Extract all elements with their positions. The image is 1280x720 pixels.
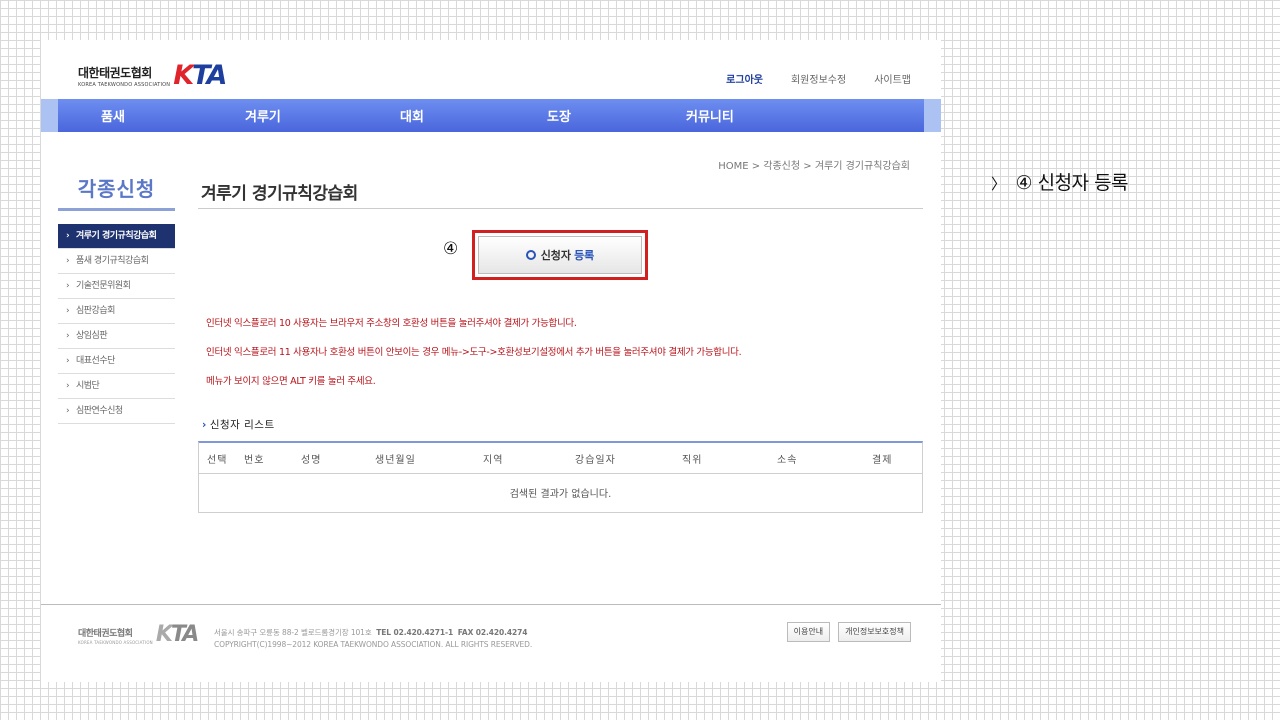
edit-member-info-link[interactable]: 회원정보수정 xyxy=(791,71,846,86)
notice-alt-key: 메뉴가 보이지 않으면 ALT 키를 눌러 주세요. xyxy=(206,376,376,387)
breadcrumb: HOME > 각종신청 > 겨루기 경기규칙강습회 xyxy=(718,161,910,172)
side-item-referee-training[interactable]: › 심판연수신청 xyxy=(58,399,175,424)
footer-buttons: 이용안내 개인정보보호정책 xyxy=(786,622,911,642)
utility-menu: 로그아웃 회원정보수정 사이트맵 xyxy=(726,71,911,86)
chevron-right-icon: › xyxy=(66,306,70,316)
logo-english: KOREA TAEKWONDO ASSOCIATION xyxy=(78,82,171,88)
chevron-right-icon: › xyxy=(66,356,70,366)
chevron-right-icon: › xyxy=(66,256,70,266)
privacy-policy-button[interactable]: 개인정보보호정책 xyxy=(838,622,911,642)
chevron-right-icon: › xyxy=(66,281,70,291)
footer-logo-text: 대한태권도협회 KOREA TAEKWONDO ASSOCIATION xyxy=(78,626,153,645)
footer-address-block: 서울시 송파구 오륜동 88-2 벨로드롬경기장 101호 TEL 02.420… xyxy=(214,627,532,651)
side-item-national-team[interactable]: › 대표선수단 xyxy=(58,349,175,374)
website-frame: 대한태권도협회 KOREA TAEKWONDO ASSOCIATION KTA … xyxy=(41,40,941,682)
col-number: 번호 xyxy=(244,455,265,466)
col-name: 성명 xyxy=(301,455,322,466)
circle-bullet-icon xyxy=(525,250,536,260)
chevron-right-icon: › xyxy=(66,381,70,391)
side-item-demo-team[interactable]: › 시범단 xyxy=(58,374,175,399)
col-affiliation: 소속 xyxy=(777,455,798,466)
side-item-label: 심판강습회 xyxy=(76,306,115,316)
col-payment: 결제 xyxy=(872,455,893,466)
nav-dojang[interactable]: 도장 xyxy=(547,106,571,125)
side-item-label: 품새 경기규칙강습회 xyxy=(76,256,149,266)
side-menu-title: 각종신청 xyxy=(77,177,156,201)
table-header: 선택 번호 성명 생년월일 지역 강습일자 직위 소속 결제 xyxy=(199,443,922,474)
footer-address-line: 서울시 송파구 오륜동 88-2 벨로드롬경기장 101호 TEL 02.420… xyxy=(214,627,532,639)
register-button-label: 등록 xyxy=(574,249,595,262)
applicant-table: 선택 번호 성명 생년월일 지역 강습일자 직위 소속 결제 검색된 결과가 없… xyxy=(198,441,923,513)
logo-text: 대한태권도협회 KOREA TAEKWONDO ASSOCIATION xyxy=(78,64,170,88)
side-item-label: 겨루기 경기규칙강습회 xyxy=(76,231,157,241)
nav-poomsae[interactable]: 품새 xyxy=(101,106,125,125)
side-item-label: 상임심판 xyxy=(76,331,108,341)
chevron-right-icon: › xyxy=(66,231,70,241)
global-nav-bar: 품새 겨루기 대회 도장 커뮤니티 xyxy=(58,99,924,132)
side-item-label: 시범단 xyxy=(76,381,100,391)
chevron-right-icon: › xyxy=(66,331,70,341)
kta-mark-ta: TA xyxy=(192,60,227,91)
kta-logo[interactable]: 대한태권도협회 KOREA TAEKWONDO ASSOCIATION KTA xyxy=(78,58,227,89)
footer-kta-mark-k: K xyxy=(155,622,173,647)
applicant-list-title: › 신청자 리스트 xyxy=(202,417,275,432)
notice-ie11: 인터넷 익스플로러 11 사용자나 호환성 버튼이 안보이는 경우 메뉴->도구… xyxy=(206,347,742,358)
footer-kta-mark: KTA xyxy=(155,622,199,647)
col-seminar-date: 강습일자 xyxy=(575,455,616,466)
usage-guide-button[interactable]: 이용안내 xyxy=(786,622,831,642)
annotation-arrow-icon: 〉 xyxy=(991,175,1006,193)
footer-divider xyxy=(41,604,941,605)
footer-address: 서울시 송파구 오륜동 88-2 벨로드롬경기장 101호 xyxy=(214,628,372,637)
chevron-right-icon: › xyxy=(66,406,70,416)
footer-logo-korean: 대한태권도협회 xyxy=(78,629,133,639)
footer-logo-english: KOREA TAEKWONDO ASSOCIATION xyxy=(78,640,153,645)
side-item-kyorugi-seminar[interactable]: › 겨루기 경기규칙강습회 xyxy=(58,224,175,249)
side-item-label: 심판연수신청 xyxy=(76,406,123,416)
side-item-standing-referee[interactable]: › 상임심판 xyxy=(58,324,175,349)
side-menu: › 겨루기 경기규칙강습회 › 품새 경기규칙강습회 › 기술전문위원회 › 심판강습회… xyxy=(58,224,175,424)
step-number-label: ④ xyxy=(443,239,459,259)
footer-tel: TEL 02.420.4271-1 xyxy=(376,628,454,637)
col-position: 직위 xyxy=(682,455,703,466)
global-nav: 품새 겨루기 대회 도장 커뮤니티 xyxy=(41,99,941,132)
side-item-poomsae-seminar[interactable]: › 품새 경기규칙강습회 xyxy=(58,249,175,274)
sitemap-link[interactable]: 사이트맵 xyxy=(874,71,911,86)
col-birthdate: 생년월일 xyxy=(375,455,416,466)
side-item-technical-committee[interactable]: › 기술전문위원회 xyxy=(58,274,175,299)
register-button-prefix: 신청자 xyxy=(540,249,572,262)
footer-logo: 대한태권도협회 KOREA TAEKWONDO ASSOCIATION KTA xyxy=(78,622,199,647)
page-title: 겨루기 경기규칙강습회 xyxy=(201,184,358,204)
nav-competition[interactable]: 대회 xyxy=(400,106,424,125)
side-item-referee-seminar[interactable]: › 심판강습회 xyxy=(58,299,175,324)
list-title-text: 신청자 리스트 xyxy=(209,419,275,431)
footer-fax: FAX 02.420.4274 xyxy=(457,628,528,637)
nav-community[interactable]: 커뮤니티 xyxy=(686,106,734,125)
step-annotation: 〉 ④ 신청자 등록 xyxy=(991,168,1129,195)
col-region: 지역 xyxy=(483,455,504,466)
col-select: 선택 xyxy=(207,455,228,466)
register-applicant-button[interactable]: 신청자 등록 xyxy=(478,236,642,274)
notice-ie10: 인터넷 익스플로러 10 사용자는 브라우저 주소창의 호환성 버튼을 눌러주셔… xyxy=(206,318,577,329)
empty-result-text: 검색된 결과가 없습니다. xyxy=(509,489,612,500)
nav-kyorugi[interactable]: 겨루기 xyxy=(245,106,281,125)
kta-mark: KTA xyxy=(173,62,227,89)
annotation-text: ④ 신청자 등록 xyxy=(1015,172,1129,194)
chevron-right-icon: › xyxy=(202,419,207,431)
kta-mark-k: K xyxy=(173,60,194,91)
logout-link[interactable]: 로그아웃 xyxy=(726,71,763,86)
footer-kta-mark-ta: TA xyxy=(170,622,199,647)
footer-copyright: COPYRIGHT(C)1998~2012 KOREA TAEKWONDO AS… xyxy=(214,640,533,649)
side-item-label: 대표선수단 xyxy=(76,356,115,366)
side-item-label: 기술전문위원회 xyxy=(76,281,131,291)
logo-korean: 대한태권도협회 xyxy=(78,66,152,80)
title-divider xyxy=(198,208,923,209)
side-menu-divider xyxy=(58,208,175,211)
